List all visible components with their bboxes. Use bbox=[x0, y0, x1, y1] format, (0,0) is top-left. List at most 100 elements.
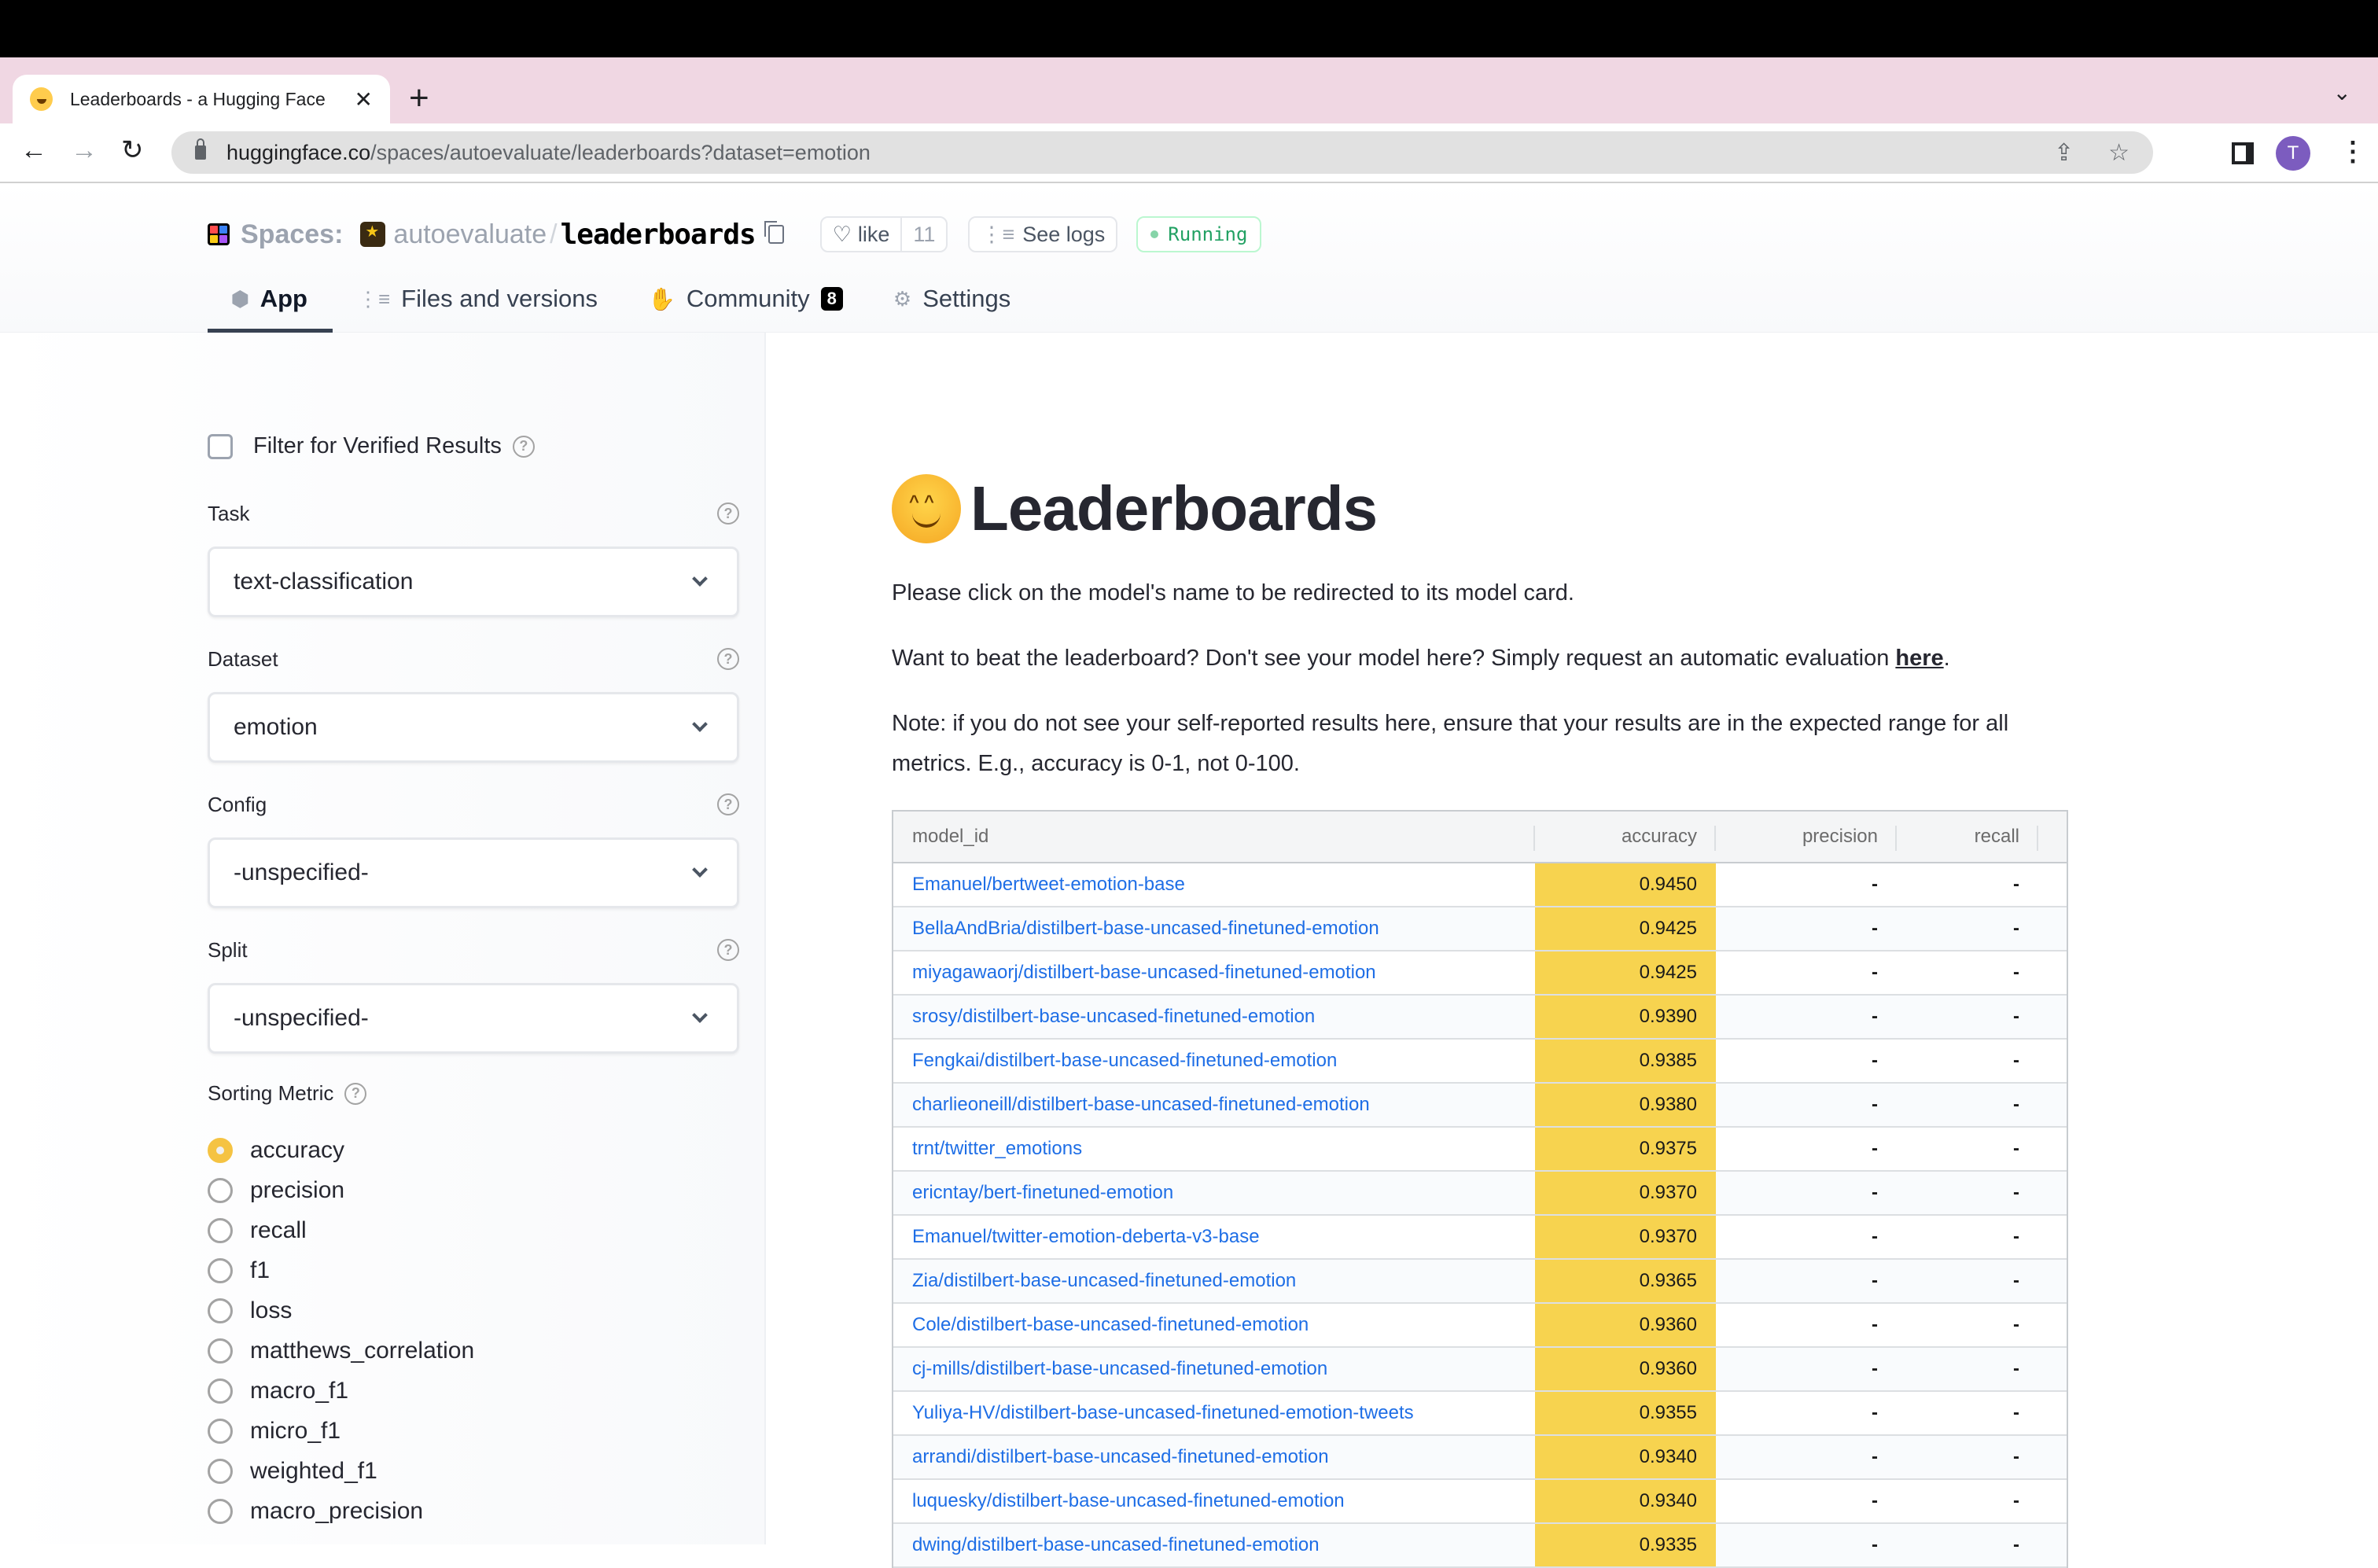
radio-button[interactable] bbox=[208, 1418, 233, 1444]
share-icon[interactable]: ⇪ bbox=[2054, 139, 2074, 167]
model-id-link[interactable]: charlieoneill/distilbert-base-uncased-fi… bbox=[893, 1084, 1535, 1126]
radio-label[interactable]: macro_precision bbox=[250, 1498, 423, 1525]
address-bar[interactable]: huggingface.co/spaces/autoevaluate/leade… bbox=[171, 131, 2153, 174]
model-id-link[interactable]: dwing/distilbert-base-uncased-finetuned-… bbox=[893, 1524, 1535, 1566]
status-badge[interactable]: Running bbox=[1136, 216, 1262, 252]
help-icon[interactable]: ? bbox=[344, 1082, 367, 1105]
help-icon[interactable]: ? bbox=[512, 435, 535, 458]
radio-label[interactable]: loss bbox=[250, 1297, 292, 1324]
model-id-link[interactable]: trnt/twitter_emotions bbox=[893, 1128, 1535, 1170]
model-id-link[interactable]: BellaAndBria/distilbert-base-uncased-fin… bbox=[893, 907, 1535, 950]
chevron-down-icon bbox=[692, 1007, 708, 1023]
radio-label[interactable]: precision bbox=[250, 1177, 344, 1204]
help-icon[interactable]: ? bbox=[717, 939, 739, 961]
back-button[interactable]: ← bbox=[20, 134, 47, 166]
help-icon[interactable]: ? bbox=[717, 648, 739, 670]
sorting-metric-option[interactable]: macro_precision bbox=[208, 1491, 474, 1531]
model-id-link[interactable]: miyagawaorj/distilbert-base-uncased-fine… bbox=[893, 951, 1535, 994]
sorting-metric-option[interactable]: macro_f1 bbox=[208, 1371, 474, 1411]
tab-search-chevron-icon[interactable]: ⌄ bbox=[2333, 79, 2351, 105]
verified-filter-label[interactable]: Filter for Verified Results bbox=[253, 433, 502, 459]
column-header-precision[interactable]: precision bbox=[1716, 812, 1897, 862]
model-id-link[interactable]: Zia/distilbert-base-uncased-finetuned-em… bbox=[893, 1260, 1535, 1302]
model-id-link[interactable]: cj-mills/distilbert-base-uncased-finetun… bbox=[893, 1348, 1535, 1390]
radio-button[interactable] bbox=[208, 1257, 233, 1283]
radio-label[interactable]: f1 bbox=[250, 1257, 270, 1284]
task-select[interactable]: text-classification bbox=[208, 547, 739, 617]
request-evaluation-link[interactable]: here bbox=[1895, 646, 1943, 671]
model-id-link[interactable]: Yuliya-HV/distilbert-base-uncased-finetu… bbox=[893, 1392, 1535, 1434]
like-count[interactable]: 11 bbox=[900, 218, 946, 251]
model-id-link[interactable]: Fengkai/distilbert-base-uncased-finetune… bbox=[893, 1040, 1535, 1082]
radio-button[interactable] bbox=[208, 1498, 233, 1524]
copy-icon[interactable] bbox=[764, 221, 784, 244]
radio-button[interactable] bbox=[208, 1338, 233, 1364]
browser-tab-active[interactable]: Leaderboards - a Hugging Face ✕ bbox=[13, 75, 390, 123]
radio-button[interactable] bbox=[208, 1217, 233, 1243]
tab-close-icon[interactable]: ✕ bbox=[355, 86, 373, 112]
radio-button[interactable] bbox=[208, 1297, 233, 1323]
sorting-metric-option[interactable]: precision bbox=[208, 1170, 474, 1210]
help-icon[interactable]: ? bbox=[717, 502, 739, 525]
column-header-accuracy[interactable]: accuracy bbox=[1535, 812, 1716, 862]
tab-files-and-versions[interactable]: ⋮≡ Files and versions bbox=[333, 271, 623, 326]
model-id-link[interactable]: Emanuel/twitter-emotion-deberta-v3-base bbox=[893, 1216, 1535, 1258]
profile-avatar[interactable]: T bbox=[2276, 136, 2310, 171]
request-text: Want to beat the leaderboard? Don't see … bbox=[892, 646, 1896, 671]
accuracy-cell: 0.9390 bbox=[1535, 996, 1716, 1038]
sorting-metric-option[interactable]: matthews_correlation bbox=[208, 1331, 474, 1371]
radio-button[interactable] bbox=[208, 1378, 233, 1404]
radio-label[interactable]: accuracy bbox=[250, 1137, 344, 1164]
sorting-metric-option[interactable]: weighted_f1 bbox=[208, 1451, 474, 1491]
chevron-down-icon bbox=[692, 862, 708, 878]
new-tab-button[interactable]: + bbox=[409, 81, 429, 116]
model-id-link[interactable]: srosy/distilbert-base-uncased-finetuned-… bbox=[893, 996, 1535, 1038]
table-row: Emanuel/twitter-emotion-deberta-v3-base 0… bbox=[893, 1216, 2067, 1260]
repo-name[interactable]: leaderboards bbox=[561, 219, 756, 251]
sorting-metric-option[interactable]: f1 bbox=[208, 1250, 474, 1290]
column-header-recall[interactable]: recall bbox=[1897, 812, 2038, 862]
browser-tab-strip: Leaderboards - a Hugging Face ✕ + ⌄ bbox=[0, 57, 2378, 123]
verified-filter[interactable]: Filter for Verified Results ? bbox=[208, 433, 535, 459]
lock-icon[interactable] bbox=[195, 138, 206, 160]
model-id-link[interactable]: ericntay/bert-finetuned-emotion bbox=[893, 1172, 1535, 1214]
tab-community[interactable]: ✋ Community 8 bbox=[623, 271, 868, 326]
sorting-metric-option[interactable]: loss bbox=[208, 1290, 474, 1331]
tab-app[interactable]: ⬢ App bbox=[208, 271, 333, 333]
accuracy-cell: 0.9380 bbox=[1535, 1084, 1716, 1126]
column-header-model-id[interactable]: model_id bbox=[893, 812, 1535, 862]
sorting-metric-option[interactable]: micro_f1 bbox=[208, 1411, 474, 1451]
url-text[interactable]: huggingface.co/spaces/autoevaluate/leade… bbox=[226, 141, 871, 165]
radio-label[interactable]: micro_f1 bbox=[250, 1418, 341, 1445]
table-row: trnt/twitter_emotions 0.9375 - - bbox=[893, 1128, 2067, 1172]
org-link[interactable]: autoevaluate bbox=[393, 219, 547, 250]
like-button[interactable]: ♡ like 11 bbox=[819, 216, 948, 252]
radio-label[interactable]: matthews_correlation bbox=[250, 1338, 474, 1364]
split-select[interactable]: -unspecified- bbox=[208, 983, 739, 1054]
radio-label[interactable]: weighted_f1 bbox=[250, 1458, 377, 1485]
help-icon[interactable]: ? bbox=[717, 793, 739, 815]
model-id-link[interactable]: luquesky/distilbert-base-uncased-finetun… bbox=[893, 1480, 1535, 1522]
radio-label[interactable]: recall bbox=[250, 1217, 307, 1244]
radio-button[interactable] bbox=[208, 1177, 233, 1203]
forward-button[interactable]: → bbox=[71, 134, 98, 166]
radio-button[interactable] bbox=[208, 1137, 233, 1163]
table-row: charlieoneill/distilbert-base-uncased-fi… bbox=[893, 1084, 2067, 1128]
model-id-link[interactable]: Cole/distilbert-base-uncased-finetuned-e… bbox=[893, 1304, 1535, 1346]
dataset-select[interactable]: emotion bbox=[208, 692, 739, 763]
radio-button[interactable] bbox=[208, 1458, 233, 1484]
verified-filter-checkbox[interactable] bbox=[208, 433, 233, 459]
reload-button[interactable]: ↻ bbox=[121, 134, 144, 166]
tab-settings[interactable]: ⚙ Settings bbox=[868, 271, 1036, 326]
bookmark-star-icon[interactable]: ☆ bbox=[2108, 139, 2130, 167]
model-id-link[interactable]: arrandi/distilbert-base-uncased-finetune… bbox=[893, 1436, 1535, 1478]
sorting-metric-option[interactable]: accuracy bbox=[208, 1130, 474, 1170]
sorting-metric-option[interactable]: recall bbox=[208, 1210, 474, 1250]
config-select[interactable]: -unspecified- bbox=[208, 837, 739, 908]
side-panel-icon[interactable] bbox=[2232, 142, 2254, 164]
spaces-label[interactable]: Spaces: bbox=[241, 219, 343, 250]
see-logs-button[interactable]: ⋮≡ See logs bbox=[968, 216, 1118, 252]
radio-label[interactable]: macro_f1 bbox=[250, 1378, 348, 1404]
browser-menu-icon[interactable]: ⋮ bbox=[2339, 134, 2366, 169]
model-id-link[interactable]: Emanuel/bertweet-emotion-base bbox=[893, 863, 1535, 906]
